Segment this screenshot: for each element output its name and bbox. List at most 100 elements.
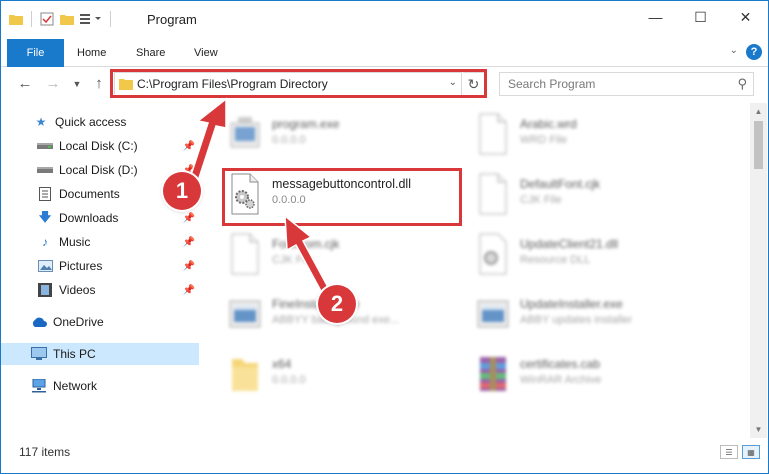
list-item[interactable]: certificates.cab WinRAR Archive	[476, 349, 716, 403]
installer-icon	[229, 300, 261, 328]
pin-icon[interactable]: 📌	[183, 237, 195, 248]
list-item[interactable]: UpdateInstaller.exe ABBY updates install…	[476, 289, 716, 343]
navigation-bar: ← → ▼ ↑ C:\Program Files\Program Directo…	[1, 67, 768, 103]
blank-file-icon	[479, 173, 507, 215]
sidebar-item-label: Local Disk (C:)	[59, 139, 138, 153]
sidebar-item-pictures[interactable]: Pictures 📌	[1, 255, 201, 277]
pin-icon[interactable]: 📌	[183, 285, 195, 296]
sidebar-item-local-disk-c[interactable]: Local Disk (C:) 📌	[1, 135, 201, 157]
vertical-scrollbar[interactable]: ▲ ▼	[750, 103, 767, 438]
folder-icon	[232, 359, 258, 391]
sidebar-item-label: Music	[59, 235, 91, 249]
list-item[interactable]: DefaultFont.cjk CJK File	[476, 169, 716, 223]
file-name: UpdateClient21.dll	[520, 237, 619, 251]
file-subtitle: 0.0.0.0	[272, 374, 306, 386]
cloud-icon	[31, 315, 47, 329]
file-subtitle: WinRAR Archive	[520, 374, 602, 386]
window-title: Program	[147, 12, 197, 27]
expand-ribbon-icon[interactable]: ⌄	[730, 45, 738, 56]
sidebar-item-downloads[interactable]: 🡇 Downloads 📌	[1, 207, 201, 229]
help-icon[interactable]: ?	[746, 44, 762, 60]
quick-access-toolbar	[9, 11, 113, 27]
tab-file[interactable]: File	[7, 39, 64, 67]
star-icon: ★	[35, 115, 47, 129]
music-icon: ♪	[42, 235, 48, 249]
back-arrow-icon[interactable]: ←	[15, 74, 35, 94]
navigation-pane: ★ Quick access Local Disk (C:) 📌 Local D…	[1, 103, 206, 438]
file-subtitle: Resource DLL	[520, 254, 591, 266]
window-controls: — ☐ ✕	[633, 1, 768, 33]
address-bar[interactable]: C:\Program Files\Program Directory ⌄	[114, 72, 462, 96]
sidebar-item-music[interactable]: ♪ Music 📌	[1, 231, 201, 253]
file-subtitle: CJK File	[272, 254, 314, 266]
tab-share[interactable]: Share	[136, 39, 165, 67]
list-item[interactable]: messagebuttoncontrol.dll 0.0.0.0	[228, 169, 468, 223]
blank-file-icon	[479, 113, 507, 155]
forward-arrow-icon[interactable]: →	[43, 74, 63, 94]
file-name: program.exe	[272, 117, 340, 131]
separator	[110, 11, 111, 27]
address-path[interactable]: C:\Program Files\Program Directory	[137, 77, 328, 91]
sidebar-item-label: This PC	[53, 347, 96, 361]
maximize-button[interactable]: ☐	[678, 1, 723, 33]
folder-icon	[9, 15, 23, 25]
pin-icon[interactable]: 📌	[183, 213, 195, 224]
chevron-down-icon[interactable]: ⌄	[449, 77, 457, 88]
recent-locations-chevron-icon[interactable]: ▼	[67, 74, 87, 94]
callout-badge-1: 1	[163, 172, 201, 210]
details-view-icon[interactable]: ☰	[720, 445, 738, 459]
new-folder-icon[interactable]	[60, 13, 74, 25]
list-item[interactable]: x64 0.0.0.0	[228, 349, 468, 403]
download-icon: 🡇	[38, 209, 52, 224]
sidebar-item-this-pc[interactable]: This PC	[1, 343, 199, 365]
up-arrow-icon[interactable]: ↑	[89, 74, 109, 94]
sidebar-item-onedrive[interactable]: OneDrive	[1, 311, 201, 333]
sidebar-item-label: Pictures	[59, 259, 103, 273]
list-item[interactable]: Arabic.wrd WRD File	[476, 109, 716, 163]
drive-icon	[37, 139, 53, 153]
tab-home[interactable]: Home	[77, 39, 106, 67]
search-box[interactable]: ⚲	[499, 72, 754, 96]
sidebar-item-network[interactable]: Network	[1, 375, 201, 397]
exe-icon	[230, 117, 260, 148]
status-bar: 117 items ☰ ▦	[1, 438, 768, 473]
list-item[interactable]: program.exe 0.0.0.0	[228, 109, 468, 163]
sidebar-item-videos[interactable]: Videos 📌	[1, 279, 201, 301]
close-button[interactable]: ✕	[723, 1, 768, 33]
file-explorer-window: Program — ☐ ✕ File Home Share View ⌄ ? ←…	[0, 0, 769, 474]
file-name: Arabic.wrd	[520, 117, 577, 131]
list-item[interactable]: UpdateClient21.dll Resource DLL	[476, 229, 716, 283]
search-input[interactable]	[500, 73, 720, 95]
scroll-up-icon[interactable]: ▲	[750, 103, 767, 120]
sidebar-item-label: Network	[53, 379, 98, 393]
file-subtitle: WRD File	[520, 134, 568, 146]
customize-toolbar-icon[interactable]	[80, 13, 102, 25]
sidebar-item-label: Local Disk (D:)	[59, 163, 138, 177]
scrollbar-thumb[interactable]	[754, 121, 763, 169]
file-name: UpdateInstaller.exe	[520, 297, 623, 311]
list-item[interactable]: FontCom.cjk CJK File	[228, 229, 468, 283]
sidebar-item-label: Downloads	[59, 211, 119, 225]
file-list: program.exe 0.0.0.0 messagebuttoncontrol…	[206, 103, 736, 438]
winrar-icon	[480, 357, 506, 391]
pin-icon[interactable]: 📌	[183, 141, 195, 152]
large-icons-view-icon[interactable]: ▦	[742, 445, 760, 459]
computer-icon	[31, 347, 47, 361]
properties-icon[interactable]	[40, 12, 54, 26]
search-icon: ⚲	[737, 76, 747, 91]
separator	[31, 11, 32, 27]
pin-icon[interactable]: 📌	[183, 261, 195, 272]
minimize-button[interactable]: —	[633, 1, 678, 33]
network-icon	[31, 379, 47, 393]
installer-icon	[477, 300, 509, 328]
dll-gear-icon	[231, 173, 259, 215]
sidebar-item-label: Documents	[59, 187, 120, 201]
scroll-down-icon[interactable]: ▼	[750, 421, 767, 438]
item-count: 117 items	[19, 445, 71, 459]
tab-view[interactable]: View	[194, 39, 218, 67]
sidebar-item-label: Quick access	[55, 115, 127, 129]
refresh-icon[interactable]: ↻	[463, 72, 485, 96]
file-name: DefaultFont.cjk	[520, 177, 601, 191]
sidebar-item-quick-access[interactable]: ★ Quick access	[1, 111, 201, 133]
callout-badge-2: 2	[318, 285, 356, 323]
